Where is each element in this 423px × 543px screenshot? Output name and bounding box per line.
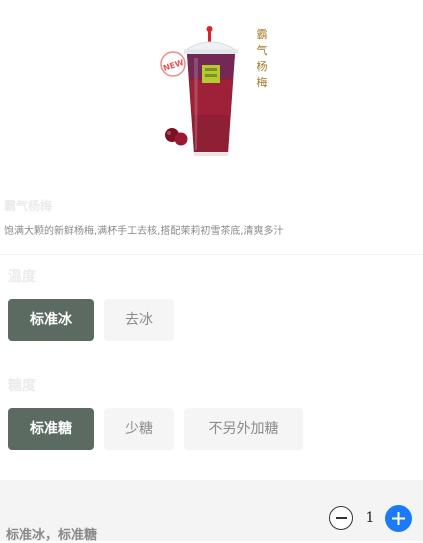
sweetness-title: 糖度 [8, 378, 36, 394]
product-description: 饱满大颗的新鲜杨梅,满杯手工去核,搭配茉莉初雪茶底,清爽多汁 [4, 226, 284, 237]
plus-circle-icon[interactable] [385, 505, 412, 532]
temperature-title: 温度 [8, 269, 36, 285]
sweetness-option-less-sugar[interactable]: 少糖 [104, 408, 174, 450]
temperature-option-standard-ice[interactable]: 标准冰 [8, 299, 94, 341]
svg-text:梅: 梅 [257, 75, 268, 89]
product-name: 霸气杨梅 [4, 199, 53, 213]
sweetness-option-standard-sugar[interactable]: 标准糖 [8, 408, 94, 450]
new-badge: NEW [162, 58, 185, 73]
svg-text:气: 气 [257, 43, 268, 57]
product-image: NEW 霸 气 杨 梅 [150, 20, 275, 162]
svg-text:霸: 霸 [257, 28, 268, 41]
divider [0, 254, 423, 255]
svg-text:杨: 杨 [257, 59, 268, 73]
sweetness-option-no-added-sugar[interactable]: 不另外加糖 [184, 408, 303, 450]
minus-circle-icon[interactable] [329, 506, 353, 530]
quantity-value: 1 [365, 510, 375, 526]
selection-summary: 标准冰，标准糖 [6, 528, 98, 543]
temperature-option-no-ice[interactable]: 去冰 [104, 299, 174, 341]
